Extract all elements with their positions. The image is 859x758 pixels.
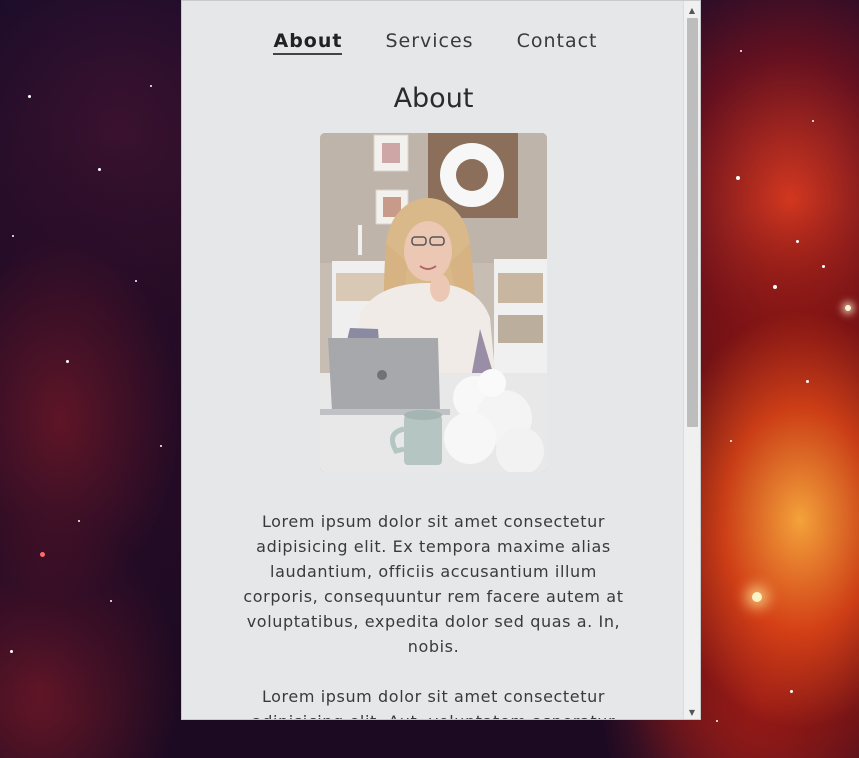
profile-photo (320, 133, 547, 472)
star (716, 720, 718, 722)
star (150, 85, 152, 87)
star (845, 305, 851, 311)
arrow-up-icon[interactable]: ▲ (684, 2, 700, 18)
scroll-thumb[interactable] (687, 18, 698, 427)
arrow-down-icon[interactable]: ▼ (684, 704, 700, 719)
star (812, 120, 814, 122)
star (110, 600, 112, 602)
nav-item-contact[interactable]: Contact (517, 29, 598, 55)
star (98, 168, 101, 171)
nav-item-about[interactable]: About (273, 29, 343, 55)
star (12, 235, 14, 237)
star (135, 280, 137, 282)
star (796, 240, 799, 243)
star (10, 650, 13, 653)
vertical-scrollbar[interactable]: ▲ ▼ (683, 1, 700, 719)
star (806, 380, 809, 383)
star (160, 445, 162, 447)
star (730, 440, 732, 442)
star (752, 592, 762, 602)
page-title: About (393, 83, 474, 114)
star (822, 265, 825, 268)
star (773, 285, 777, 289)
star (28, 95, 31, 98)
star (736, 176, 740, 180)
star (66, 360, 69, 363)
star (78, 520, 80, 522)
about-paragraph: Lorem ipsum dolor sit amet consectetur a… (252, 687, 615, 719)
nav-item-services[interactable]: Services (385, 29, 473, 55)
browser-window: About Services Contact About Lorem ipsum… (181, 0, 701, 720)
main-nav: About Services Contact (182, 29, 685, 55)
star (40, 552, 45, 557)
star (790, 690, 793, 693)
star (740, 50, 742, 52)
page-content: About Services Contact About Lorem ipsum… (182, 1, 685, 719)
about-paragraph: Lorem ipsum dolor sit amet consectetur a… (243, 512, 624, 656)
